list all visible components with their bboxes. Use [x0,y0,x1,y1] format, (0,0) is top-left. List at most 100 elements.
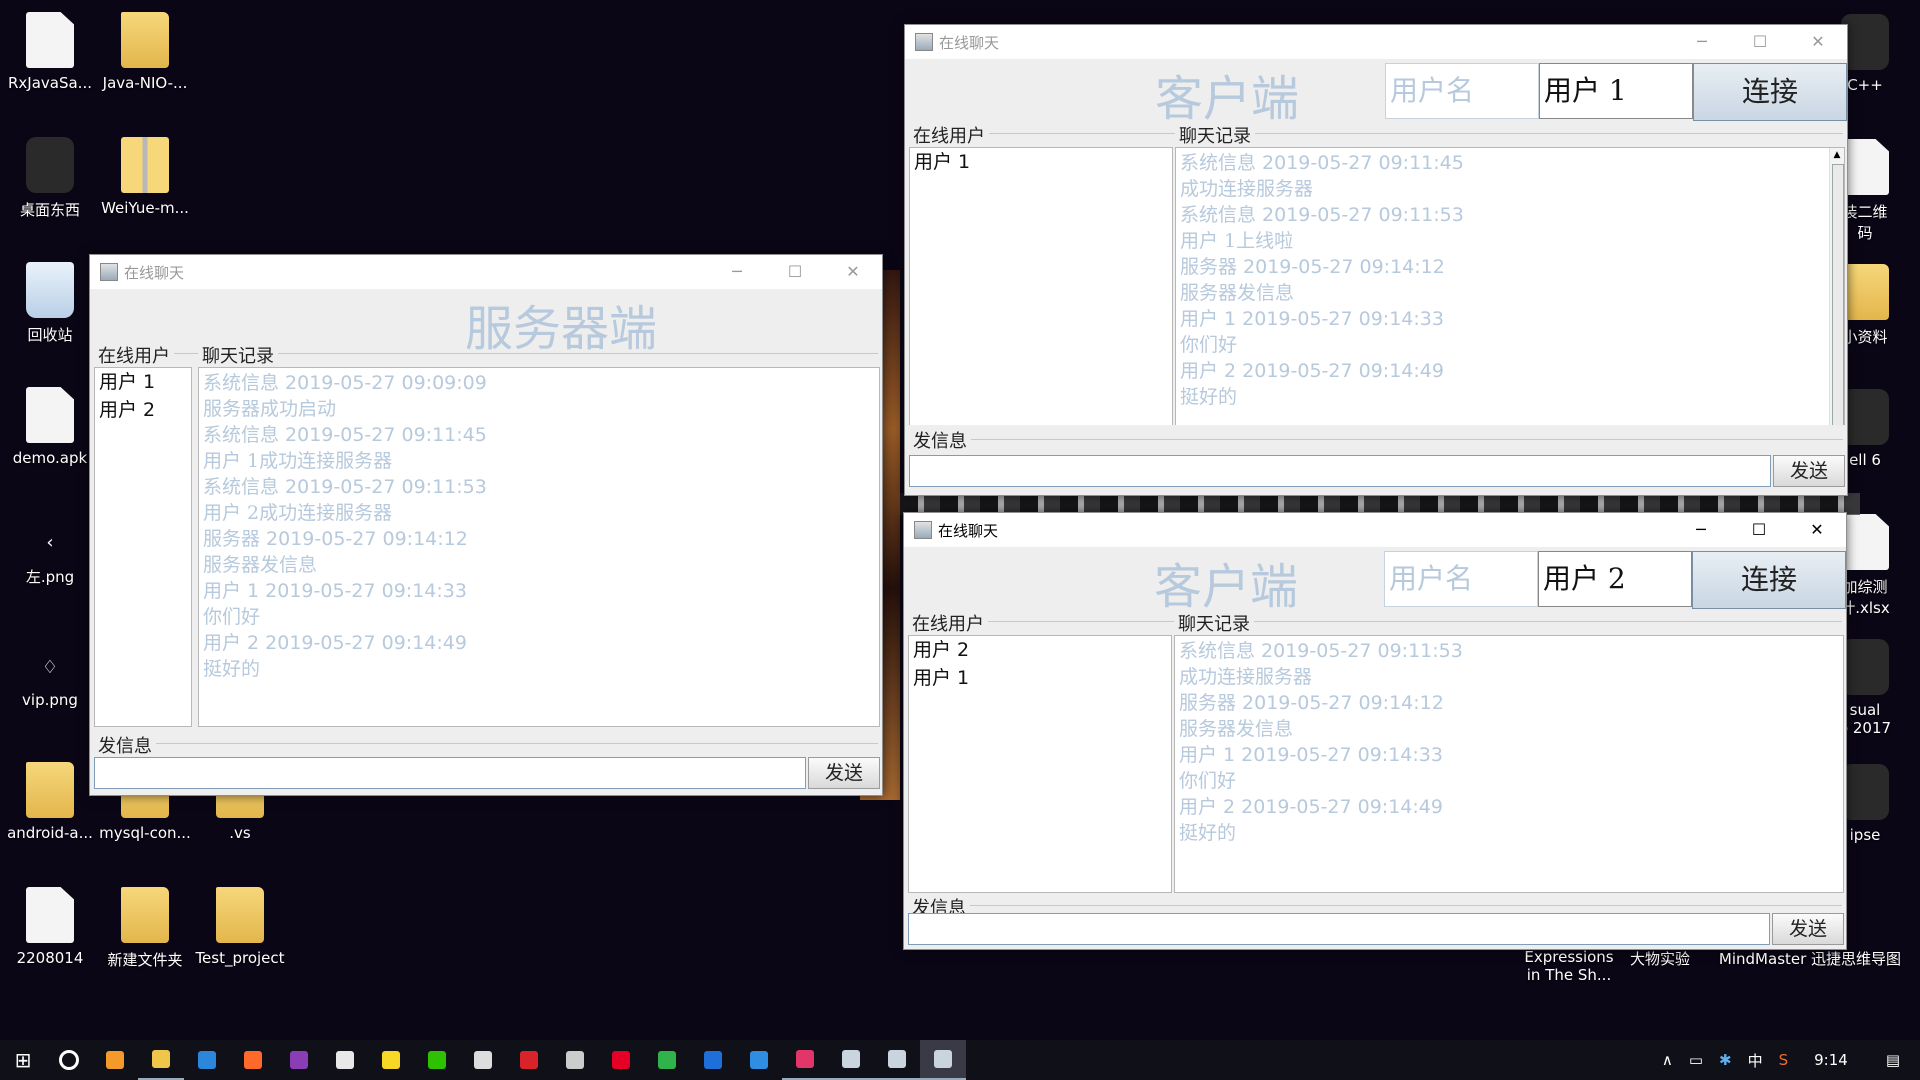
minimize-button[interactable]: ─ [1672,513,1730,547]
username-placeholder-field[interactable]: 用户名 [1385,63,1539,119]
folder-icon [26,762,74,818]
java-icon [914,521,932,539]
notification-icon[interactable]: ▤ [1886,1051,1900,1069]
chevron-up-icon[interactable]: ∧ [1662,1051,1673,1069]
desktop-icon[interactable]: ♢ vip.png [0,629,100,739]
firefox-icon[interactable] [230,1040,276,1080]
online-user-item[interactable]: 用户 1 [910,148,1172,176]
desktop-icon[interactable]: 桌面东西 [0,129,100,239]
desktop-bottom-label-1[interactable]: Expressions in The Sh... [1514,948,1624,984]
java-window-1-icon[interactable] [828,1040,874,1080]
online-users-list[interactable]: 用户 2 用户 1 [908,635,1172,893]
netease-music-glyph-icon [612,1051,630,1069]
chat-log-label: 聊天记录 [1174,610,1254,636]
online-user-item[interactable]: 用户 2 [95,396,191,424]
maximize-button[interactable]: ☐ [1730,513,1788,547]
desktop-bottom-label-3[interactable]: MindMaster 迅捷思维导图 [1710,948,1910,969]
java-window-3-icon[interactable] [920,1040,966,1080]
desktop-icon[interactable]: ‹ 左.png [0,504,100,614]
wechat-glyph-icon [428,1051,446,1069]
chat-log[interactable]: 系统信息 2019-05-27 09:09:09 服务器成功启动 系统信息 2019… [198,367,880,727]
media-player-icon[interactable] [644,1040,690,1080]
notepad-icon[interactable] [322,1040,368,1080]
youdao-glyph-icon [520,1051,538,1069]
desktop-icon[interactable]: Java-NIO-... [95,4,195,114]
online-user-item[interactable]: 用户 1 [95,368,191,396]
desktop-icon[interactable]: WeiYue-m... [95,129,195,239]
online-users-list[interactable]: 用户 1 用户 2 [94,367,192,727]
youdao-icon[interactable] [506,1040,552,1080]
online-user-item[interactable]: 用户 1 [909,664,1171,692]
client2-titlebar[interactable]: 在线聊天 ─ ☐ ✕ [904,513,1846,547]
app-blue-glyph-icon [704,1051,722,1069]
chat-message-body: 成功连接服务器 [1179,666,1313,688]
send-button[interactable]: 发送 [808,757,880,789]
window-title: 在线聊天 [939,33,1000,52]
bluetooth-icon[interactable]: ✱ [1719,1051,1732,1069]
app-blue-star-icon[interactable] [184,1040,230,1080]
desktop-bottom-label-2[interactable]: 大物实验 [1625,948,1695,969]
sogou-icon[interactable]: S [1779,1051,1789,1069]
chat-message-header: 服务器 2019-05-27 09:14:12 [203,528,468,550]
close-button[interactable]: ✕ [1789,25,1847,59]
desktop-icon[interactable]: Test_project [190,879,290,989]
chat-scrollbar[interactable]: ▲ ▼ [1829,148,1844,448]
desktop-icon[interactable]: 回收站 [0,254,100,364]
network-icon[interactable]: ▭ [1689,1051,1703,1069]
ime-indicator[interactable]: 中 [1748,1050,1763,1071]
close-button[interactable]: ✕ [1788,513,1846,547]
message-input[interactable] [94,757,806,789]
server-titlebar[interactable]: 在线聊天 ─ ☐ ✕ [90,255,882,289]
connect-button[interactable]: 连接 [1693,63,1847,121]
file-icon [121,137,169,193]
online-user-item[interactable]: 用户 2 [909,636,1171,664]
username-placeholder-field[interactable]: 用户名 [1384,551,1538,607]
connect-button[interactable]: 连接 [1692,551,1846,609]
close-button[interactable]: ✕ [824,255,882,289]
app-circle-icon[interactable] [552,1040,598,1080]
cortana-icon[interactable] [46,1040,92,1080]
java-window-2-icon[interactable] [874,1040,920,1080]
file-icon [1841,139,1889,195]
online-users-list[interactable]: 用户 1 [909,147,1173,449]
app-face-icon[interactable] [460,1040,506,1080]
windows-start-icon[interactable]: ⊞ [0,1040,46,1080]
send-button[interactable]: 发送 [1773,455,1845,487]
minimize-button[interactable]: ─ [1673,25,1731,59]
chat-log[interactable]: 系统信息 2019-05-27 09:11:45 成功连接服务器 系统信息 2019… [1175,147,1845,449]
username-input[interactable]: 用户 1 [1539,63,1693,119]
desktop-icon[interactable]: android-a... [0,754,100,864]
message-input[interactable] [908,913,1770,945]
chat-message-body: 你们好 [1180,334,1238,356]
edge-icon[interactable] [736,1040,782,1080]
send-button[interactable]: 发送 [1772,913,1844,945]
window-title: 在线聊天 [938,521,999,540]
desktop-icon[interactable]: RxJavaSa... [0,4,100,114]
chat-log[interactable]: 系统信息 2019-05-27 09:11:53 成功连接服务器 服务器 2019-… [1174,635,1844,893]
message-input[interactable] [909,455,1771,487]
clock[interactable]: 9:14 [1814,1051,1848,1069]
onenote-glyph-icon [290,1051,308,1069]
sticky-notes-icon[interactable] [368,1040,414,1080]
intellij-icon[interactable] [782,1040,828,1080]
scroll-up-icon[interactable]: ▲ [1830,148,1844,162]
username-input[interactable]: 用户 2 [1538,551,1692,607]
desktop-icon[interactable]: demo.apk [0,379,100,489]
notepad-glyph-icon [336,1051,354,1069]
app-blue-icon[interactable] [690,1040,736,1080]
wechat-icon[interactable] [414,1040,460,1080]
desktop-icon[interactable]: 新建文件夹 [95,879,195,989]
minimize-button[interactable]: ─ [708,255,766,289]
send-message-label: 发信息 [94,732,156,758]
maximize-button[interactable]: ☐ [1731,25,1789,59]
app-orange-icon[interactable] [92,1040,138,1080]
client1-titlebar[interactable]: 在线聊天 ─ ☐ ✕ [905,25,1847,59]
client2-window: 在线聊天 ─ ☐ ✕ 客户端 用户名 用户 2 连接 在线用户 聊天记录 用户 … [903,512,1847,950]
netease-music-icon[interactable] [598,1040,644,1080]
maximize-button[interactable]: ☐ [766,255,824,289]
scroll-thumb[interactable] [1832,164,1844,434]
file-explorer-icon[interactable] [138,1040,184,1080]
onenote-icon[interactable] [276,1040,322,1080]
desktop-icon[interactable]: 2208014 [0,879,100,989]
file-icon [26,12,74,68]
